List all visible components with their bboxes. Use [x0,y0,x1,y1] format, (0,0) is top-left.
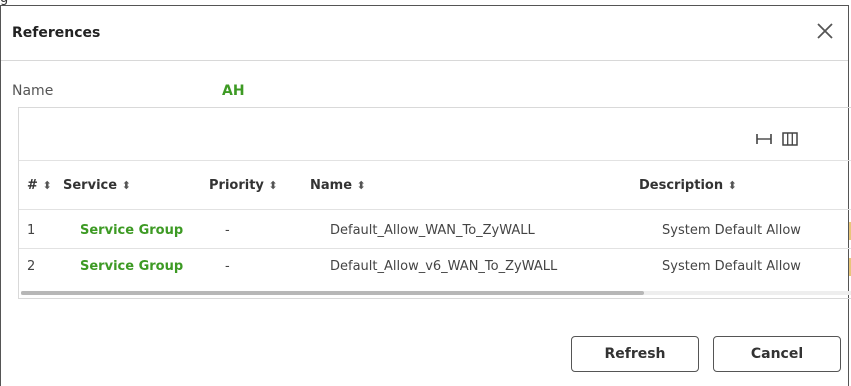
row-name: Default_Allow_v6_WAN_To_ZyWALL [330,259,558,274]
cancel-button[interactable]: Cancel [713,336,841,372]
sort-icon: ⬍ [121,179,131,192]
references-dialog: References Name AH # ⬍ Service ⬍ Priorit… [0,5,851,386]
row-priority: - [225,223,230,238]
header-bottom-divider [19,209,851,210]
row-priority: - [225,259,230,274]
sort-icon: ⬍ [42,179,52,192]
columns-icon[interactable] [781,130,799,148]
close-icon[interactable] [814,20,836,42]
service-link[interactable]: Service Group [80,259,183,274]
row-index: 2 [27,259,36,274]
sort-icon: ⬍ [268,179,278,192]
fit-width-icon[interactable] [755,130,773,148]
row-divider [19,248,851,249]
refresh-button[interactable]: Refresh [571,336,699,372]
row-name: Default_Allow_WAN_To_ZyWALL [330,223,535,238]
row-description: System Default Allow [662,223,801,238]
sort-icon: ⬍ [356,179,366,192]
horizontal-scrollbar-thumb[interactable] [21,291,644,295]
name-label: Name [12,83,54,99]
row-index: 1 [27,223,36,238]
column-header-index[interactable]: # ⬍ [27,178,52,193]
references-grid: # ⬍ Service ⬍ Priority ⬍ Name ⬍ Descript… [18,107,851,299]
dialog-header: References [1,6,848,61]
column-header-description[interactable]: Description ⬍ [639,178,737,193]
column-header-priority[interactable]: Priority ⬍ [209,178,278,193]
column-header-service[interactable]: Service ⬍ [63,178,131,193]
row-description: System Default Allow [662,259,801,274]
service-link[interactable]: Service Group [80,223,183,238]
column-header-name[interactable]: Name ⬍ [310,178,366,193]
dialog-title: References [12,25,101,41]
name-value: AH [222,83,245,99]
sort-icon: ⬍ [727,179,737,192]
header-top-divider [19,160,851,161]
